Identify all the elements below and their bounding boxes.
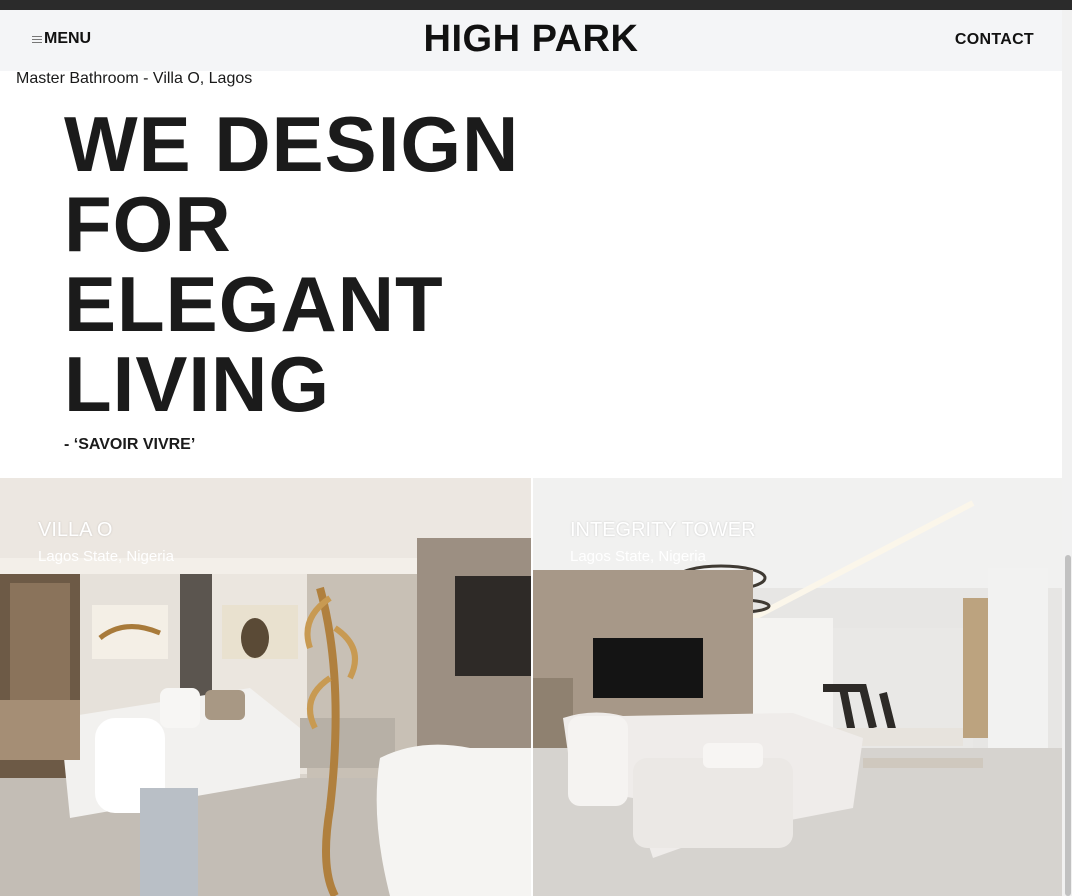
hero-headline-line: ELEGANT [64,260,444,348]
hero-headline-line: LIVING [64,340,331,428]
hero-tagline: - ‘SAVOIR VIVRE’ [64,436,196,453]
project-location: Lagos State, Nigeria [38,548,174,565]
project-title: INTEGRITY TOWER [570,519,756,541]
brand-logo[interactable]: HIGH PARK [0,18,1062,61]
hero-headline: WE DESIGN FOR ELEGANT LIVING [64,104,519,424]
project-card-villa-o[interactable]: VILLA O Lagos State, Nigeria [0,478,531,896]
site-header: MENU HIGH PARK CONTACT [0,10,1062,71]
hero-headline-line: FOR [64,180,232,268]
scrollbar-thumb[interactable] [1065,555,1071,896]
contact-link[interactable]: CONTACT [955,31,1034,49]
hero-headline-line: WE DESIGN [64,100,520,188]
project-title: VILLA O [38,519,113,541]
project-location: Lagos State, Nigeria [570,548,706,565]
image-caption: Master Bathroom - Villa O, Lagos [16,70,253,87]
browser-top-bar [0,0,1072,10]
project-card-integrity-tower[interactable]: INTEGRITY TOWER Lagos State, Nigeria [533,478,1062,896]
